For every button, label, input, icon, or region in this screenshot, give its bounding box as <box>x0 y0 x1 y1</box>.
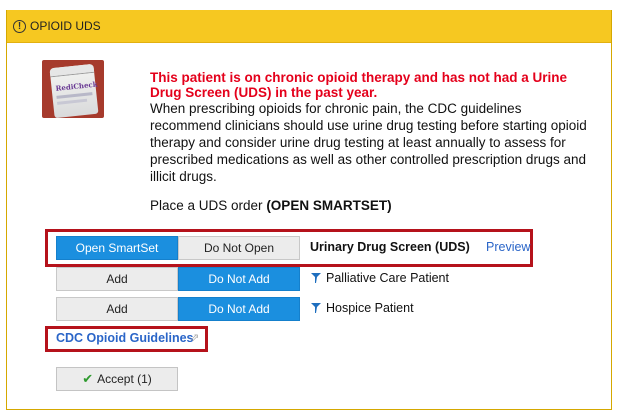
drug-test-cup-image: RediCheck <box>42 60 104 118</box>
order-prefix: Place a UDS order <box>150 198 267 213</box>
do-not-add-palliative-button[interactable]: Do Not Add <box>178 267 300 291</box>
accept-label: Accept (1) <box>97 372 152 386</box>
uds-order-label: Urinary Drug Screen (UDS) <box>310 240 470 254</box>
alert-body: When prescribing opioids for chronic pai… <box>150 101 587 184</box>
order-bold: (OPEN SMARTSET) <box>266 198 392 213</box>
do-not-open-button[interactable]: Do Not Open <box>178 236 300 260</box>
exclamation-circle-icon: ! <box>13 19 26 33</box>
do-not-add-hospice-button[interactable]: Do Not Add <box>178 297 300 321</box>
alert-headline: This patient is on chronic opioid therap… <box>150 70 568 100</box>
external-link-icon: ⇗ <box>190 332 200 344</box>
flag-icon <box>311 273 321 283</box>
checkmark-icon: ✔ <box>82 371 94 386</box>
add-palliative-button[interactable]: Add <box>56 267 178 291</box>
open-smartset-button[interactable]: Open SmartSet <box>56 236 178 260</box>
panel-title: OPIOID UDS <box>30 19 101 33</box>
cdc-guidelines-link[interactable]: CDC Opioid Guidelines <box>56 331 194 345</box>
hospice-patient-label: Hospice Patient <box>326 301 414 315</box>
preview-link[interactable]: Preview <box>486 240 530 254</box>
palliative-care-label: Palliative Care Patient <box>326 271 449 285</box>
panel-header: ! OPIOID UDS <box>7 10 611 43</box>
accept-button[interactable]: ✔ Accept (1) <box>56 367 178 391</box>
order-instruction: Place a UDS order (OPEN SMARTSET) <box>150 198 392 213</box>
flag-icon <box>311 303 321 313</box>
add-hospice-button[interactable]: Add <box>56 297 178 321</box>
